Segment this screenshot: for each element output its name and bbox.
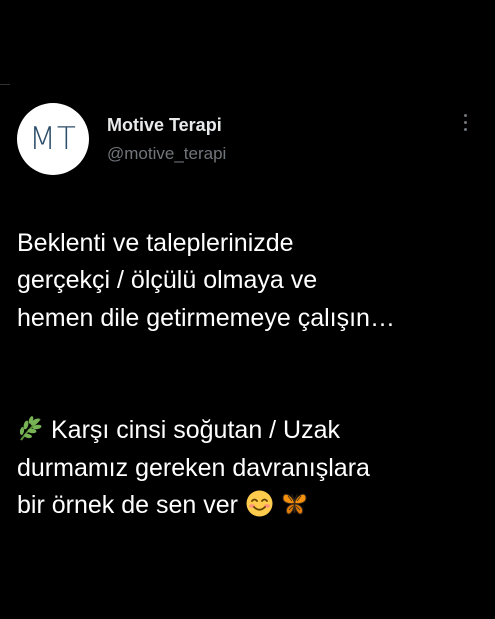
author-names: Motive Terapi @motive_terapi [107, 114, 226, 164]
avatar[interactable]: MT [17, 103, 89, 175]
smiling-face-emoji-icon [246, 490, 273, 517]
more-options-icon[interactable] [464, 114, 468, 131]
herb-emoji-icon [19, 416, 42, 441]
tweet-paragraph-2-text: Karşı cinsi soğutan / Uzak durmamız gere… [17, 416, 370, 519]
more-dot [464, 128, 467, 131]
tweet-card: MT Motive Terapi @motive_terapi Beklenti… [17, 103, 479, 519]
butterfly-emoji-icon [282, 493, 307, 515]
tweet-paragraph-1: Beklenti ve taleplerinizde gerçekçi / öl… [17, 228, 395, 332]
tweet-header: MT Motive Terapi @motive_terapi [17, 103, 479, 175]
more-dot [464, 121, 467, 124]
tweet-text: Beklenti ve taleplerinizde gerçekçi / öl… [17, 187, 487, 562]
more-dot [464, 114, 467, 117]
username-handle[interactable]: @motive_terapi [107, 144, 226, 164]
display-name[interactable]: Motive Terapi [107, 114, 226, 136]
top-divider [0, 84, 10, 85]
tweet-paragraph-2: Karşı cinsi soğutan / Uzak durmamız gere… [17, 412, 487, 525]
avatar-logo-text: MT [29, 121, 77, 157]
